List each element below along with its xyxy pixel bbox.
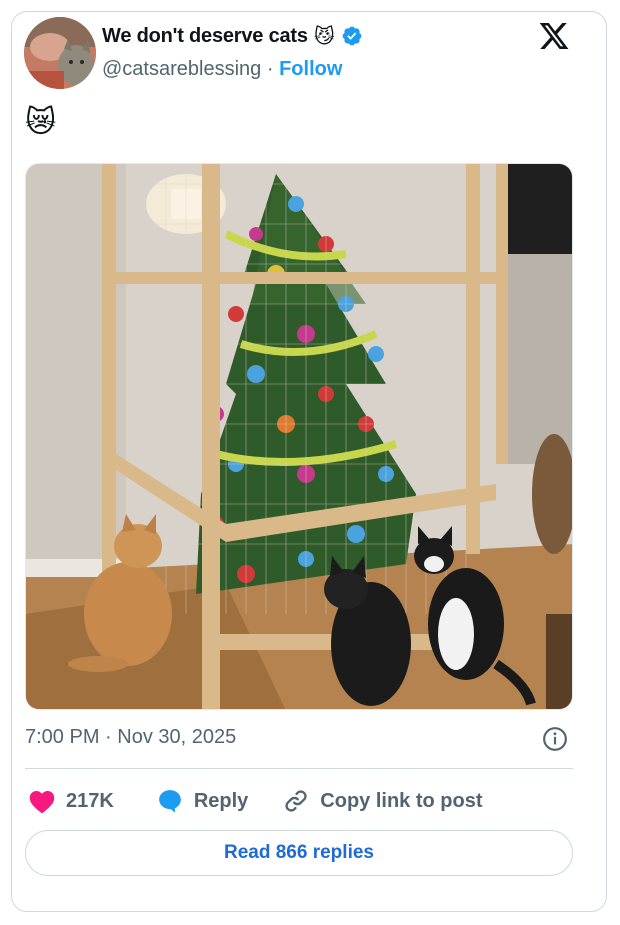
divider <box>25 768 573 769</box>
tweet-timestamp[interactable]: 7:00 PM · Nov 30, 2025 <box>25 726 236 749</box>
action-bar: 217K Reply Copy link to post <box>25 786 483 816</box>
tweet-photo[interactable] <box>25 163 573 710</box>
x-logo-icon[interactable] <box>537 20 571 52</box>
reply-label: Reply <box>193 789 249 812</box>
info-icon[interactable] <box>542 726 568 752</box>
author-display-name[interactable]: We don't deserve cats <box>102 25 308 48</box>
separator-dot: · <box>266 58 274 80</box>
author-handle-row: @catsareblessing · Follow <box>102 58 342 81</box>
like-count: 217K <box>66 789 114 812</box>
author-handle[interactable]: @catsareblessing <box>102 58 261 80</box>
link-icon <box>285 790 307 812</box>
avatar-image <box>24 17 96 89</box>
like-button[interactable]: 217K <box>28 788 114 814</box>
avatar[interactable] <box>24 17 96 89</box>
cat-emoji: 😼 <box>313 24 335 48</box>
read-replies-label: Read 866 replies <box>224 842 374 863</box>
read-replies-button[interactable]: Read 866 replies <box>25 830 573 876</box>
heart-icon <box>29 790 55 814</box>
tweet-text: 😿 <box>25 105 57 140</box>
verified-badge-icon <box>342 26 362 46</box>
copy-link-button[interactable]: Copy link to post <box>282 787 483 815</box>
author-name-row: We don't deserve cats 😼 <box>102 24 363 48</box>
christmas-tree-cats-photo <box>26 164 572 709</box>
copy-link-label: Copy link to post <box>320 789 483 812</box>
follow-button[interactable]: Follow <box>279 58 342 80</box>
reply-button[interactable]: Reply <box>156 788 248 814</box>
reply-bubble-icon <box>158 790 181 813</box>
